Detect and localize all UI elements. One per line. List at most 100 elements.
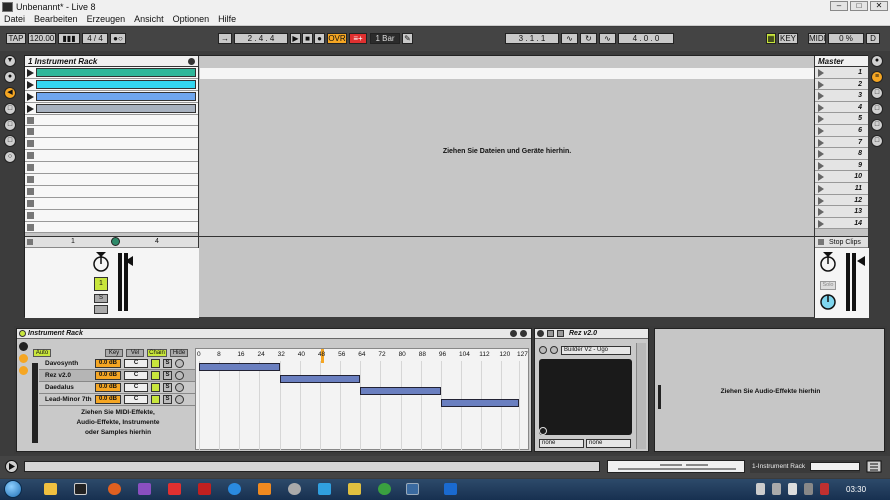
clip-launch-icon[interactable] [27,69,34,77]
clip-slot[interactable] [25,102,198,115]
session-drop-area[interactable]: Ziehen Sie Dateien und Geräte hierhin. [200,56,814,236]
sends-toggle-icon[interactable]: □ [871,103,883,115]
scene-launch-icon[interactable] [818,80,824,89]
clip-stop-icon[interactable] [27,164,34,172]
nudge-buttons[interactable]: ▮▮▮ [58,33,80,44]
app-icon-window[interactable] [406,483,419,495]
clip-stop-icon[interactable] [27,187,34,195]
chain-hotswap-icon[interactable] [175,395,184,404]
loop-length-field[interactable]: 4 . 0 . 0 [618,33,674,44]
menu-edit[interactable]: Bearbeiten [34,14,78,24]
auto-select-button[interactable]: Auto [33,349,51,357]
clip[interactable] [36,103,196,113]
track-stop-icon[interactable] [27,239,33,245]
chain-select-tab[interactable]: Chain [147,349,167,357]
chain-volume[interactable]: 0.0 dB [95,371,121,380]
cue-volume-knob-icon[interactable] [818,292,838,312]
rack-devices-toggle-icon[interactable] [19,366,28,375]
clip-slot[interactable] [25,138,198,151]
rack-power-icon[interactable] [19,330,26,337]
rez-param-icon[interactable] [550,346,558,354]
overview-strip[interactable] [607,460,745,473]
rez-unfold-icon[interactable] [557,330,564,337]
media-player-icon[interactable] [258,483,271,495]
scene-launch[interactable]: 5 [815,113,868,125]
mixer-toggle-icon[interactable]: □ [871,135,883,147]
chain-select-zone-editor[interactable]: 0 8 16 24 32 40 48 56 64 72 80 88 96 104 112 120 127 [195,348,529,450]
browser-icon[interactable] [228,483,241,495]
rack-chain-toggle-icon[interactable] [19,354,28,363]
clip-slot[interactable] [25,162,198,175]
clip-stop-icon[interactable] [27,116,34,124]
chain-solo-button[interactable]: S [163,371,172,380]
stop-all-clips-icon[interactable] [818,239,824,245]
menu-options[interactable]: Optionen [173,14,210,24]
chain-hotswap-icon[interactable] [175,359,184,368]
solo-cue-button[interactable]: Solo [820,281,836,290]
chain-name[interactable]: Lead-Minor 7th [43,394,95,405]
chain-activator-icon[interactable] [151,383,160,392]
scene-launch-icon[interactable] [818,150,824,159]
punch-in-icon[interactable]: ∿ [561,33,578,44]
firefox-icon[interactable] [108,483,121,495]
settings-icon[interactable] [288,483,301,495]
file-browser-3-icon[interactable]: □ [4,135,16,147]
scene-launch-icon[interactable] [818,138,824,147]
arrangement-position-field[interactable]: 2 . 4 . 4 [234,33,288,44]
clip-slot[interactable] [25,185,198,198]
scene-launch-icon[interactable] [818,184,824,193]
chain-zone-bar[interactable] [360,387,441,395]
chain-name[interactable]: Davosynth [43,358,95,369]
clip-stop-icon[interactable] [27,211,34,219]
clip-launch-icon[interactable] [27,92,34,101]
pdf-reader-icon[interactable] [168,483,181,495]
start-button[interactable] [4,480,22,498]
chain-volume[interactable]: 0.0 dB [95,359,121,368]
scene-launch-icon[interactable] [818,69,824,77]
scene-launch-icon[interactable] [818,115,824,124]
tap-tempo-button[interactable]: TAP [6,33,26,44]
live-devices-icon[interactable]: ● [4,71,16,83]
track-activator-icon[interactable] [188,58,195,65]
scene-launch[interactable]: 9 [815,159,868,172]
chain-list-scrollbar[interactable] [32,363,38,443]
menu-help[interactable]: Hilfe [218,14,236,24]
close-button[interactable]: ✕ [870,1,888,11]
browser-toggle-icon[interactable]: ▼ [4,55,16,67]
master-fader-handle-icon[interactable] [857,256,865,266]
tray-battery-icon[interactable] [804,483,813,495]
clip-slot[interactable] [25,174,198,186]
clip-stop-icon[interactable] [27,176,34,184]
scene-launch[interactable]: 8 [815,148,868,160]
track-title[interactable]: 1 Instrument Rack [25,56,198,67]
rez-preset-select[interactable]: Builder V2 - Ugo [561,346,631,355]
rack-save-icon[interactable] [520,330,527,337]
chain-zone-bar[interactable] [279,375,361,383]
scene-launch[interactable]: 13 [815,206,868,218]
rez-edit-icon[interactable] [547,330,554,337]
chain-zone-bar[interactable] [440,399,519,407]
punch-out-icon[interactable]: ∿ [599,33,616,44]
chain-name[interactable]: Daedalus [43,382,95,393]
device-overview-mini[interactable] [810,462,860,471]
key-zone-tab[interactable]: Key [105,349,123,357]
clip-stop-icon[interactable] [27,199,34,207]
io-toggle-icon[interactable]: □ [871,87,883,99]
chain-row-daedalus[interactable]: Daedalus 0.0 dB C S [39,382,197,394]
menu-create[interactable]: Erzeugen [87,14,126,24]
chain-pan[interactable]: C [124,371,148,380]
chain-solo-button[interactable]: S [163,383,172,392]
overdub-button[interactable]: OVR [327,33,347,44]
chain-activator-icon[interactable] [151,359,160,368]
loop-start-field[interactable]: 3 . 1 . 1 [505,33,559,44]
tray-volume-icon[interactable] [772,483,781,495]
app-icon-purple[interactable] [138,483,151,495]
clip-slot[interactable] [25,197,198,210]
chain-volume[interactable]: 0.0 dB [95,395,121,404]
rack-hotswap-icon[interactable] [510,330,517,337]
chain-hotswap-icon[interactable] [175,383,184,392]
record-icon[interactable]: ● [314,33,325,44]
device-view-toggle-icon[interactable] [866,460,882,473]
rez-title-bar[interactable]: Rez v2.0 [535,329,648,339]
time-signature-field[interactable]: 4 / 4 [82,33,108,44]
